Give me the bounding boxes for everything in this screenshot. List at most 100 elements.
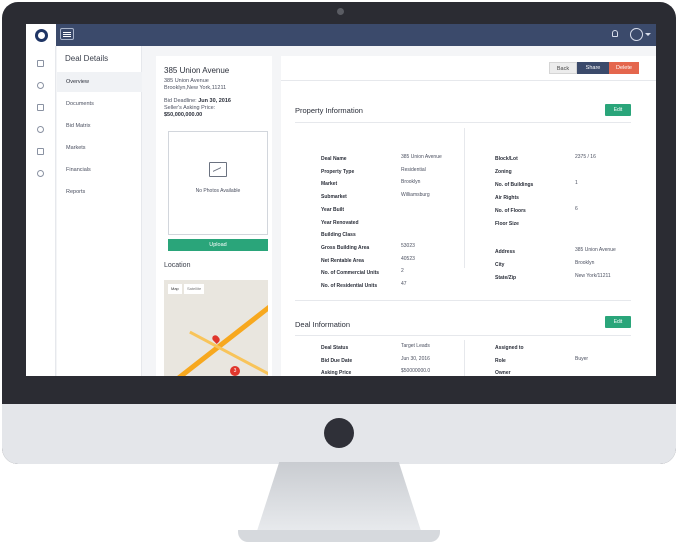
share-button[interactable]: Share <box>577 62 609 74</box>
field-value: Jun 30, 2016 <box>401 355 430 362</box>
field-label: Deal Status <box>321 345 349 351</box>
side-menu-item-overview[interactable]: Overview <box>57 72 142 92</box>
key-icon[interactable] <box>37 126 44 133</box>
deal-detail-panel: Back Share Delete Property Information E… <box>281 56 656 376</box>
bid-deadline-label: Bid Deadline: <box>164 98 197 104</box>
field-value: 40523 <box>401 255 415 262</box>
field-value: Williamsburg <box>401 192 430 199</box>
side-menu-item-reports[interactable]: Reports <box>57 182 142 202</box>
field-label: Floor Size <box>495 221 519 227</box>
section-divider <box>295 335 631 336</box>
camera-dot <box>337 8 344 15</box>
side-menu-item-bid-matrix[interactable]: Bid Matrix <box>57 116 142 136</box>
field-value: 2375 / 16 <box>575 154 596 160</box>
property-info-title: Property Information <box>295 106 363 115</box>
monitor-mockup: Deal Details Overview Documents Bid Matr… <box>0 0 678 551</box>
field-label: Building Class <box>321 232 356 239</box>
field-label: Assigned to <box>495 345 524 351</box>
field-label: No. of Commercial Units <box>321 270 380 277</box>
shield-icon[interactable] <box>37 104 44 111</box>
location-heading: Location <box>164 262 191 269</box>
chevron-down-icon[interactable] <box>645 33 651 36</box>
photo-placeholder: No Photos Available <box>168 131 268 235</box>
bid-summary: Bid Deadline: Jun 30, 2016 Seller's Aski… <box>164 98 231 119</box>
field-label: Net Rentable Area <box>321 257 364 264</box>
asking-price-value: $50,000,000.00 <box>164 112 203 118</box>
back-button[interactable]: Back <box>549 62 577 74</box>
side-menu-item-documents[interactable]: Documents <box>57 94 142 114</box>
side-menu-item-financials[interactable]: Financials <box>57 160 142 180</box>
field-value: 53023 <box>401 242 415 249</box>
property-title: 385 Union Avenue <box>164 66 230 75</box>
side-menu-title: Deal Details <box>65 54 109 63</box>
field-label: Bid Due Date <box>321 357 353 364</box>
field-value: Target Leads <box>401 343 430 349</box>
field-label: Market <box>321 181 338 188</box>
field-value: Brooklyn <box>401 179 421 186</box>
field-label: Submarket <box>321 194 347 201</box>
field-value: Buyer <box>575 355 589 362</box>
field-value: $50000000.0 <box>401 368 431 374</box>
field-label: Air Rights <box>495 195 519 201</box>
field-value: 385 Union Avenue <box>401 154 442 160</box>
field-label: Deal Name <box>321 156 347 162</box>
app-screen: Deal Details Overview Documents Bid Matr… <box>26 24 656 376</box>
database-icon[interactable] <box>37 82 44 89</box>
location-map[interactable]: Map Satellite 3 <box>164 280 268 376</box>
side-menu-item-markets[interactable]: Markets <box>57 138 142 158</box>
top-bar <box>26 24 656 46</box>
bid-deadline-value: Jun 30, 2016 <box>198 98 231 104</box>
monitor-bezel <box>2 376 676 404</box>
map-tab-map[interactable]: Map <box>168 284 182 294</box>
field-value: 2 <box>401 268 404 275</box>
section-divider <box>295 122 631 123</box>
deal-info-edit-button[interactable]: Edit <box>605 316 631 328</box>
gear-icon[interactable] <box>37 170 44 177</box>
property-info-edit-button[interactable]: Edit <box>605 104 631 116</box>
property-summary-card: 385 Union Avenue 385 Union Avenue Brookl… <box>156 56 272 376</box>
delete-button[interactable]: Delete <box>609 62 639 74</box>
logo-mark <box>34 28 48 42</box>
field-label: Year Built <box>321 206 345 213</box>
field-value: 385 Union Avenue <box>575 247 616 253</box>
property-address: 385 Union Avenue Brooklyn,New York,11211 <box>164 78 226 92</box>
app-logo[interactable] <box>26 24 56 46</box>
address-line-2: Brooklyn,New York,11211 <box>164 85 227 91</box>
field-label: Year Renovated <box>321 219 359 226</box>
field-value: 6 <box>575 206 578 212</box>
field-label: Zoning <box>495 169 512 175</box>
field-label: No. of Residential Units <box>321 283 378 289</box>
field-label: Gross Building Area <box>321 244 370 251</box>
no-photo-text: No Photos Available <box>195 188 241 194</box>
map-cluster-badge[interactable]: 3 <box>230 366 240 376</box>
user-circle-icon[interactable] <box>630 28 643 41</box>
section-divider <box>295 300 631 301</box>
field-label: Owner <box>495 370 511 376</box>
monitor-stand <box>256 462 422 534</box>
field-value: 47 <box>401 281 407 287</box>
field-label: No. of Floors <box>495 208 526 214</box>
field-label: Block/Lot <box>495 156 518 162</box>
field-label: No. of Buildings <box>495 182 534 188</box>
header-divider <box>281 80 656 81</box>
field-value: New York/11211 <box>575 273 611 279</box>
bell-icon[interactable] <box>612 30 618 37</box>
field-value: 1 <box>575 180 578 186</box>
field-value: Brooklyn <box>575 260 595 266</box>
field-label: Address <box>495 249 516 255</box>
deal-info-title: Deal Information <box>295 320 351 329</box>
column-divider <box>464 340 465 376</box>
column-divider <box>464 128 465 268</box>
icon-rail <box>26 46 56 376</box>
field-label: Property Type <box>321 168 355 175</box>
field-label: State/Zip <box>495 275 517 281</box>
map-tab-satellite[interactable]: Satellite <box>184 284 205 294</box>
chart-icon[interactable] <box>37 60 44 67</box>
monitor-button <box>324 418 354 448</box>
hamburger-icon[interactable] <box>60 28 74 40</box>
field-value: Residential <box>401 166 426 173</box>
upload-button[interactable]: Upload <box>168 239 268 251</box>
grid-icon[interactable] <box>37 148 44 155</box>
address-line-1: 385 Union Avenue <box>164 78 209 84</box>
field-label: City <box>495 262 505 268</box>
